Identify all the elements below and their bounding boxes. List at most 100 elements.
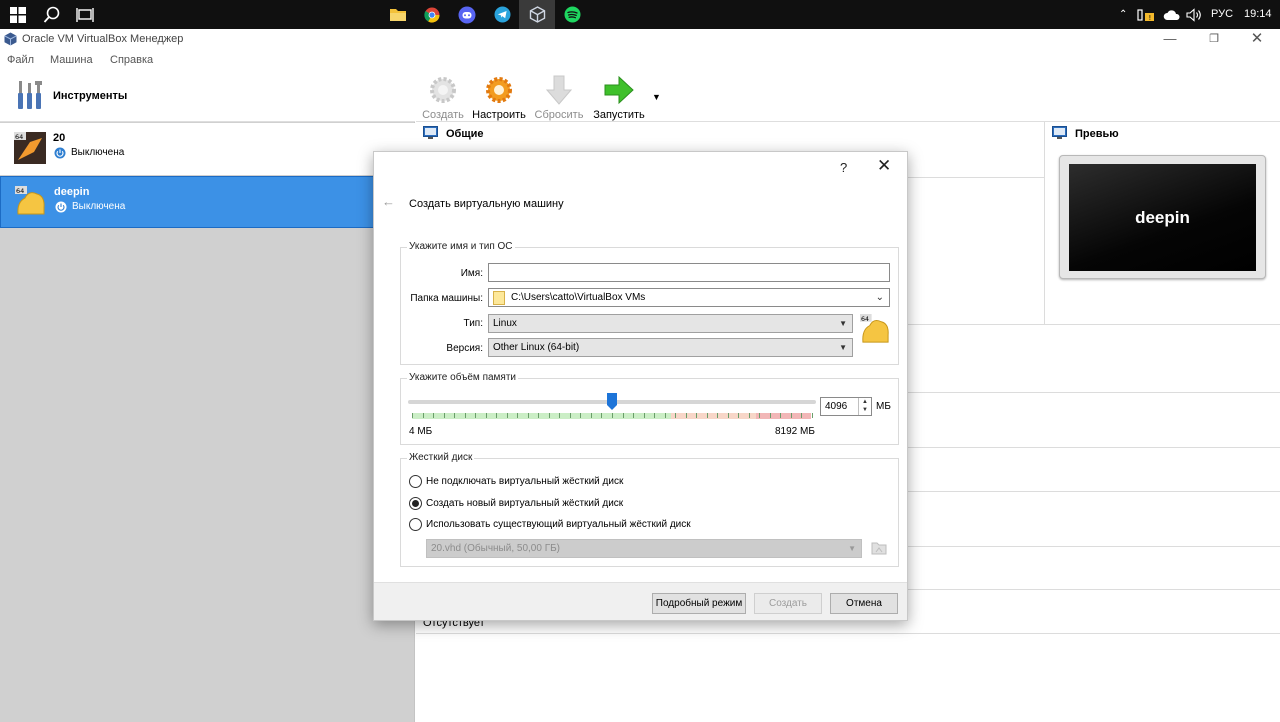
radio-create-disk-label[interactable]: Создать новый виртуальный жёсткий диск xyxy=(426,498,623,509)
search-icon[interactable] xyxy=(34,0,70,29)
clock[interactable]: 19:14 xyxy=(1244,0,1272,29)
folder-value: C:\Users\catto\VirtualBox VMs xyxy=(511,292,646,303)
details-separator xyxy=(416,633,1280,634)
memory-scale-tick xyxy=(791,413,792,418)
network-warning-icon[interactable]: ! xyxy=(1132,0,1160,29)
create-button[interactable]: Создать xyxy=(754,593,822,614)
windows-start-icon[interactable] xyxy=(0,0,36,29)
svg-text:!: ! xyxy=(1149,14,1152,22)
folder-combo[interactable]: C:\Users\catto\VirtualBox VMs ⌄ xyxy=(488,288,890,307)
memory-scale-tick xyxy=(707,413,708,418)
file-explorer-icon[interactable] xyxy=(380,0,416,29)
memory-scale-tick xyxy=(412,413,413,418)
memory-scale-tick xyxy=(801,413,802,418)
memory-scale-tick xyxy=(549,413,550,418)
keyboard-language[interactable]: РУС xyxy=(1211,0,1233,29)
discard-button[interactable]: Сбросить xyxy=(529,74,589,121)
memory-scale-tick xyxy=(812,413,813,418)
help-icon[interactable]: ? xyxy=(840,160,847,175)
maximize-icon[interactable]: ❐ xyxy=(1204,31,1224,47)
cancel-button[interactable]: Отмена xyxy=(830,593,898,614)
memory-scale-tick xyxy=(580,413,581,418)
radio-no-disk[interactable] xyxy=(409,475,422,488)
folder-icon xyxy=(493,291,505,311)
volume-icon[interactable] xyxy=(1180,0,1208,29)
tools-icon xyxy=(16,79,44,114)
tray-chevron-icon[interactable]: ⌃ xyxy=(1119,0,1127,29)
tools-label: Инструменты xyxy=(53,90,128,102)
memory-scale-tick xyxy=(749,413,750,418)
telegram-icon[interactable] xyxy=(484,0,520,29)
create-vm-button[interactable]: Создать xyxy=(413,74,473,121)
back-arrow-icon[interactable]: ← xyxy=(382,194,395,209)
type-label: Тип: xyxy=(463,318,483,329)
memory-min-label: 4 МБ xyxy=(409,426,433,437)
memory-scale-tick xyxy=(454,413,455,418)
memory-slider-thumb[interactable] xyxy=(607,393,617,410)
settings-button[interactable]: Настроить xyxy=(469,74,529,121)
close-window-icon[interactable]: ✕ xyxy=(1247,31,1267,47)
virtualbox-logo-icon xyxy=(4,32,17,49)
spin-arrows-icon[interactable]: ▲ ▼ xyxy=(858,398,871,415)
radio-no-disk-label[interactable]: Не подключать виртуальный жёсткий диск xyxy=(426,476,623,487)
start-button[interactable]: Запустить xyxy=(589,74,649,121)
discord-icon[interactable] xyxy=(449,0,485,29)
memory-scale-tick xyxy=(644,413,645,418)
existing-disk-select[interactable]: 20.vhd (Обычный, 50,00 ГБ) ▼ xyxy=(426,539,862,558)
memory-scale-tick xyxy=(517,413,518,418)
spotify-icon[interactable] xyxy=(554,0,590,29)
memory-scale-tick xyxy=(612,413,613,418)
svg-text:64: 64 xyxy=(15,133,23,141)
version-select[interactable]: Other Linux (64-bit) ▼ xyxy=(488,338,853,357)
vm-list-item[interactable]: 64 20 Выключена xyxy=(0,123,415,175)
expert-mode-button[interactable]: Подробный режим xyxy=(652,593,746,614)
memory-unit-label: МБ xyxy=(876,401,891,412)
menu-machine[interactable]: Машина xyxy=(50,54,93,66)
create-label: Создать xyxy=(422,109,464,121)
menu-file[interactable]: Файл xyxy=(7,54,34,66)
radio-create-disk[interactable] xyxy=(409,497,422,510)
memory-scale-tick xyxy=(770,413,771,418)
preview-frame: deepin xyxy=(1059,155,1266,279)
task-view-icon[interactable] xyxy=(67,0,103,29)
start-dropdown-caret-icon[interactable]: ▼ xyxy=(652,92,661,102)
window-titlebar: Oracle VM VirtualBox Менеджер — ❐ ✕ xyxy=(0,29,1280,49)
close-icon[interactable]: ✕ xyxy=(877,156,891,176)
memory-scale-tick xyxy=(686,413,687,418)
minimize-icon[interactable]: — xyxy=(1160,31,1180,47)
folder-label: Папка машины: xyxy=(410,293,483,304)
type-select[interactable]: Linux ▼ xyxy=(488,314,853,333)
dropdown-arrow-icon: ▼ xyxy=(839,319,847,328)
memory-scale-tick xyxy=(696,413,697,418)
chrome-icon[interactable] xyxy=(414,0,450,29)
memory-scale-tick xyxy=(559,413,560,418)
memory-scale-tick xyxy=(507,413,508,418)
name-input[interactable] xyxy=(488,263,890,282)
radio-existing-disk[interactable] xyxy=(409,518,422,531)
taskbar: ⌃ ! РУС 19:14 xyxy=(0,0,1280,29)
radio-existing-disk-label[interactable]: Использовать существующий виртуальный жё… xyxy=(426,519,691,530)
menubar: Файл Машина Справка xyxy=(0,50,1280,70)
main-toolbar: Создать Настроить Сбросить Запустить xyxy=(416,70,1280,122)
memory-scale-tick xyxy=(623,413,624,418)
memory-scale-tick xyxy=(591,413,592,418)
virtualbox-taskbar-icon[interactable] xyxy=(519,0,555,29)
memory-scale-tick xyxy=(759,413,760,418)
tools-item[interactable]: Инструменты xyxy=(0,70,415,122)
memory-scale-danger xyxy=(756,413,811,419)
preview-monitor-icon xyxy=(1052,126,1067,142)
vm-os-icon-ubuntu: 64 xyxy=(14,132,46,164)
settings-gear-icon xyxy=(486,77,512,103)
discard-label: Сбросить xyxy=(534,109,584,121)
memory-spinbox[interactable]: 4096 ▲ ▼ xyxy=(820,397,872,416)
vm-name: 20 xyxy=(53,132,66,144)
window-title: Oracle VM VirtualBox Менеджер xyxy=(22,33,184,45)
dropdown-arrow-icon: ▼ xyxy=(839,343,847,352)
power-off-icon xyxy=(54,147,66,162)
memory-scale-tick xyxy=(444,413,445,418)
choose-disk-folder-icon[interactable] xyxy=(871,541,887,558)
memory-scale-tick xyxy=(780,413,781,418)
vm-list-item-selected[interactable]: 64 deepin Выключена xyxy=(0,176,415,228)
menu-help[interactable]: Справка xyxy=(110,54,153,66)
memory-scale-tick xyxy=(570,413,571,418)
